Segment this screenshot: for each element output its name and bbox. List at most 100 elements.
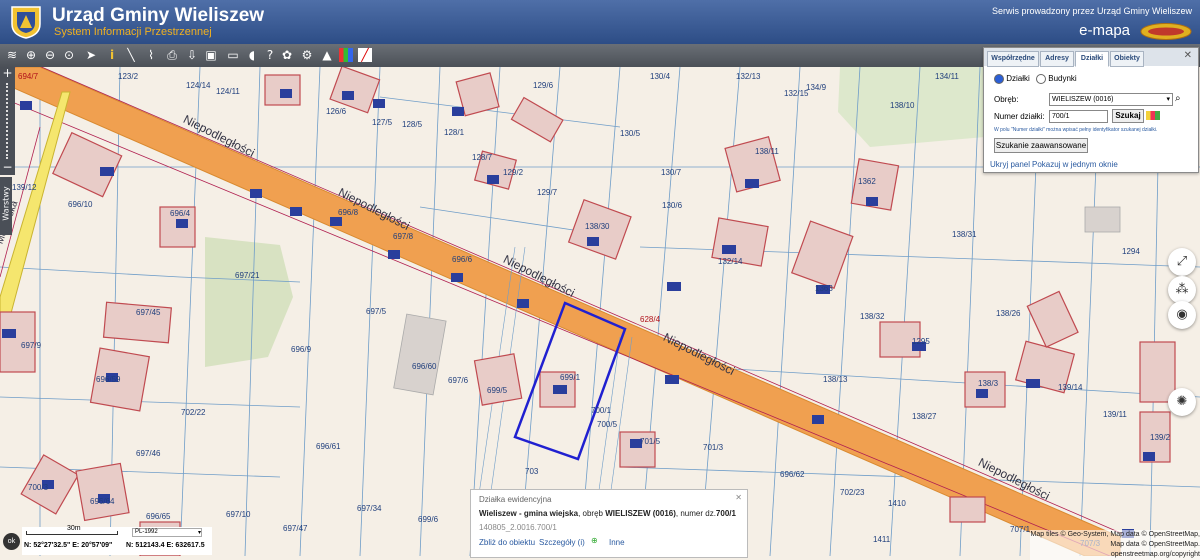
plus-icon[interactable]: ⊕ xyxy=(591,536,598,545)
scale-bar: 30m PL-1992 ▾ N: 52°27'32.5" E: 20°57'09"… xyxy=(22,525,212,555)
parcel-label: 130/4 xyxy=(650,72,671,81)
parcel-label: 130/7 xyxy=(661,168,682,177)
panel-tabs: Współrzędne Adresy Działki Obiekty ✕ xyxy=(984,48,1198,67)
projection-select[interactable]: PL-1992 ▾ xyxy=(132,528,202,537)
parcel-label: 696/10 xyxy=(68,200,93,209)
window-icon[interactable]: ▭ xyxy=(226,48,240,62)
parcel-label: 697/45 xyxy=(136,308,161,317)
parcel-label: 700/3 xyxy=(28,483,49,492)
download-icon[interactable]: ⇩ xyxy=(185,48,199,62)
emapa-brand: e-mapa xyxy=(1079,22,1130,39)
parcel-label: 1295 xyxy=(912,337,930,346)
zoom-minus-icon[interactable]: − xyxy=(0,161,15,173)
zoom-extent-icon[interactable]: ⊙ xyxy=(62,48,76,62)
parcel-label: 128/5 xyxy=(402,120,423,129)
details-link[interactable]: Szczegóły (i) xyxy=(539,538,585,547)
parcel-label: 138/30 xyxy=(585,222,610,231)
export-icon[interactable]: ▣ xyxy=(204,48,218,62)
profile-icon[interactable]: ▲ xyxy=(320,48,334,62)
parcel-label: 696/65 xyxy=(146,512,171,521)
single-window-link[interactable]: Pokazuj w jednym oknie xyxy=(1032,160,1118,169)
parcel-label: 700/1 xyxy=(591,406,612,415)
tab-obiekty[interactable]: Obiekty xyxy=(1110,51,1144,67)
info-icon[interactable]: i xyxy=(105,48,119,62)
3d-view-icon[interactable]: ✺ xyxy=(1168,388,1196,416)
clear-icon[interactable]: ╱ xyxy=(358,48,372,62)
parcel-label: 138/31 xyxy=(952,230,977,239)
parcel-label: 702/23 xyxy=(840,488,865,497)
parcel-label: 138/27 xyxy=(912,412,937,421)
parcel-label: 696/62 xyxy=(780,470,805,479)
parcel-label: 1294 xyxy=(1122,247,1140,256)
info-heading: Działka ewidencyjna xyxy=(479,495,552,504)
radio-dzialki[interactable]: Działki xyxy=(994,74,1030,84)
close-icon[interactable]: ✕ xyxy=(1184,50,1192,61)
upload-icon[interactable]: ⚙ xyxy=(300,48,314,62)
tab-dzialki[interactable]: Działki xyxy=(1075,51,1109,67)
hint-text: W polu "Numer działki" można wpisać pełn… xyxy=(994,127,1158,133)
parcel-label: 138/13 xyxy=(823,375,848,384)
numer-label: Numer działki: xyxy=(994,112,1045,121)
parcel-label: 124/11 xyxy=(216,87,240,96)
parcel-label: 697/5 xyxy=(366,307,387,316)
parcel-label: 696/64 xyxy=(90,497,115,506)
other-link[interactable]: Inne xyxy=(609,538,625,547)
municipality-crest-icon xyxy=(11,6,41,39)
settings-icon[interactable]: ✿ xyxy=(280,48,294,62)
parcel-label: 132/13 xyxy=(736,72,761,81)
parcel-label: 697/8 xyxy=(393,232,414,241)
parcel-label: 134/11 xyxy=(935,72,959,81)
obreb-select[interactable]: WIELISZEW (0016) ▾ xyxy=(1049,93,1173,106)
parcel-label: 696/4 xyxy=(170,209,191,218)
parcel-label: 138/3 xyxy=(978,379,999,388)
parcel-id: 140805_2.0016.700/1 xyxy=(479,523,557,532)
zoom-in-icon[interactable]: ⊕ xyxy=(24,48,38,62)
layers-icon[interactable]: ≋ xyxy=(5,48,19,62)
parcel-label: 124/14 xyxy=(186,81,211,90)
radio-budynki[interactable]: Budynki xyxy=(1036,74,1077,84)
pointer-icon[interactable]: ➤ xyxy=(84,48,98,62)
parcel-label: 129/2 xyxy=(503,168,524,177)
accessibility-icon[interactable]: ◉ xyxy=(1168,301,1196,329)
parcel-label: 699/5 xyxy=(487,386,508,395)
hide-panel-link[interactable]: Ukryj panel xyxy=(990,160,1030,169)
layers-tab[interactable]: Warstwy xyxy=(0,177,12,235)
search-button[interactable]: Szukaj xyxy=(1112,109,1144,123)
zoom-out-icon[interactable]: ⊖ xyxy=(43,48,57,62)
zoom-to-object-link[interactable]: Zbliż do obiektu xyxy=(479,538,535,547)
parcel-label: 132/15 xyxy=(784,89,809,98)
network-icon[interactable]: ⁂ xyxy=(1168,276,1196,304)
zoom-plus-icon[interactable]: + xyxy=(0,67,15,79)
fullscreen-icon[interactable]: ⤢ xyxy=(1168,248,1196,276)
geo-coords: N: 52°27'32.5" E: 20°57'09" xyxy=(24,542,113,549)
search-icon[interactable]: ⌕ xyxy=(1175,93,1181,104)
parcel-label: 127/5 xyxy=(372,118,393,127)
help-icon[interactable]: ? xyxy=(263,48,277,62)
parcel-label: 138/10 xyxy=(890,101,915,110)
parcel-label: 696/60 xyxy=(412,362,437,371)
color-icon[interactable] xyxy=(339,48,353,62)
parcel-label: 628/4 xyxy=(640,315,661,324)
parcel-label: 1410 xyxy=(888,499,906,508)
numer-input[interactable]: 700/1 xyxy=(1049,110,1108,123)
parcel-label: 134/9 xyxy=(806,83,827,92)
tab-adresy[interactable]: Adresy xyxy=(1040,51,1074,67)
ok-button[interactable]: ok xyxy=(3,533,20,550)
parcel-label: 697/6 xyxy=(448,376,469,385)
parcel-label: 126/6 xyxy=(326,107,347,116)
close-icon[interactable]: ✕ xyxy=(735,493,742,502)
app-subtitle: System Informacji Przestrzennej xyxy=(54,26,212,38)
zoom-track[interactable] xyxy=(6,83,10,159)
measure-icon[interactable]: ╲ xyxy=(124,48,138,62)
zoom-slider[interactable]: + − xyxy=(0,67,15,175)
comment-icon[interactable]: ◖ xyxy=(245,48,259,62)
parcel-label: 696/8 xyxy=(338,208,359,217)
parcel-label: 697/9 xyxy=(21,341,42,350)
print-icon[interactable]: ⎙ xyxy=(165,48,179,62)
obreb-label: Obręb: xyxy=(994,95,1019,104)
app-title: Urząd Gminy Wieliszew xyxy=(52,5,265,26)
parcel-label: 130/5 xyxy=(620,129,641,138)
tab-wspolrzedne[interactable]: Współrzędne xyxy=(987,51,1039,67)
measure-area-icon[interactable]: ⌇ xyxy=(144,48,158,62)
advanced-search-button[interactable]: Szukanie zaawansowane xyxy=(994,138,1088,153)
